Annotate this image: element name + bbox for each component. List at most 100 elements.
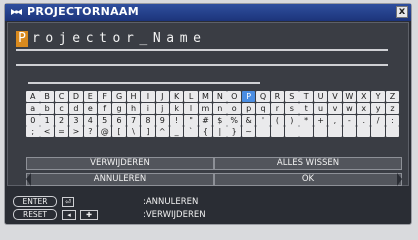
keyboard-key[interactable]: P xyxy=(241,91,256,102)
ok-button[interactable]: OK xyxy=(214,173,402,186)
keyboard-key[interactable]: % xyxy=(227,114,241,126)
keyboard-key[interactable]: = xyxy=(54,126,69,138)
keyboard-key[interactable]: < xyxy=(40,126,54,138)
keyboard-key[interactable]: v xyxy=(328,102,342,114)
keyboard-key[interactable] xyxy=(371,126,385,138)
keyboard-key[interactable]: ~ xyxy=(241,126,256,138)
keyboard-key[interactable]: t xyxy=(299,102,313,114)
keyboard-key[interactable]: @ xyxy=(97,126,112,138)
keyboard-key[interactable]: Z xyxy=(385,91,400,102)
keyboard-key[interactable]: 0 xyxy=(26,114,40,126)
keyboard-key[interactable] xyxy=(299,126,313,138)
keyboard-key[interactable]: 6 xyxy=(112,114,126,126)
keyboard-key[interactable]: l xyxy=(184,102,198,114)
keyboard-key[interactable]: o xyxy=(227,102,241,114)
keyboard-key[interactable]: a xyxy=(26,102,40,114)
close-button[interactable]: x xyxy=(396,6,408,18)
keyboard-key[interactable]: ! xyxy=(169,114,184,126)
keyboard-key[interactable]: [ xyxy=(112,126,126,138)
keyboard-key[interactable]: \ xyxy=(126,126,141,138)
keyboard-key[interactable]: 9 xyxy=(155,114,170,126)
keyboard-key[interactable]: n xyxy=(213,102,227,114)
keyboard-key[interactable]: V xyxy=(328,91,342,102)
clear-all-button[interactable]: ALLES WISSEN xyxy=(214,157,402,170)
keyboard-key[interactable]: q xyxy=(256,102,270,114)
keyboard-key[interactable]: $ xyxy=(213,114,227,126)
keyboard-key[interactable]: 3 xyxy=(69,114,83,126)
keyboard-key[interactable]: _ xyxy=(169,126,184,138)
keyboard-key[interactable]: G xyxy=(112,91,126,102)
keyboard-key[interactable]: Y xyxy=(371,91,385,102)
keyboard-key[interactable]: ' xyxy=(256,114,270,126)
keyboard-key[interactable]: D xyxy=(69,91,83,102)
keyboard-key[interactable]: k xyxy=(169,102,184,114)
keyboard-key[interactable]: { xyxy=(198,126,213,138)
keyboard-key[interactable]: | xyxy=(213,126,227,138)
keyboard-key[interactable]: 7 xyxy=(126,114,141,126)
keyboard-key[interactable] xyxy=(285,126,299,138)
keyboard-key[interactable]: " xyxy=(184,114,198,126)
keyboard-key[interactable]: f xyxy=(97,102,112,114)
keyboard-key[interactable]: w xyxy=(342,102,357,114)
keyboard-key[interactable]: s xyxy=(285,102,299,114)
keyboard-key[interactable]: L xyxy=(184,91,198,102)
keyboard-key[interactable]: p xyxy=(241,102,256,114)
keyboard-key[interactable]: ] xyxy=(141,126,155,138)
keyboard-key[interactable]: B xyxy=(40,91,54,102)
keyboard-key[interactable]: J xyxy=(155,91,170,102)
keyboard-key[interactable]: A xyxy=(26,91,40,102)
keyboard-key[interactable]: d xyxy=(69,102,83,114)
keyboard-key[interactable] xyxy=(385,126,400,138)
keyboard-key[interactable]: K xyxy=(169,91,184,102)
keyboard-key[interactable]: c xyxy=(54,102,69,114)
keyboard-key[interactable]: * xyxy=(299,114,313,126)
keyboard-key[interactable]: # xyxy=(198,114,213,126)
keyboard-key[interactable]: x xyxy=(356,102,371,114)
keyboard-key[interactable]: 4 xyxy=(83,114,98,126)
keyboard-key[interactable]: U xyxy=(313,91,328,102)
keyboard-key[interactable]: ; xyxy=(26,126,40,138)
keyboard-key[interactable]: Q xyxy=(256,91,270,102)
keyboard-key[interactable]: H xyxy=(126,91,141,102)
keyboard-key[interactable]: j xyxy=(155,102,170,114)
keyboard-key[interactable]: ( xyxy=(270,114,285,126)
keyboard-key[interactable]: F xyxy=(97,91,112,102)
keyboard-key[interactable]: M xyxy=(198,91,213,102)
keyboard-key[interactable]: r xyxy=(270,102,285,114)
keyboard-key[interactable]: - xyxy=(342,114,357,126)
keyboard-key[interactable]: ? xyxy=(83,126,98,138)
cancel-button[interactable]: ANNULEREN xyxy=(26,173,214,186)
keyboard-key[interactable]: 5 xyxy=(97,114,112,126)
keyboard-key[interactable]: E xyxy=(83,91,98,102)
keyboard-key[interactable]: N xyxy=(213,91,227,102)
keyboard-key[interactable]: g xyxy=(112,102,126,114)
keyboard-key[interactable]: I xyxy=(141,91,155,102)
keyboard-key[interactable]: R xyxy=(270,91,285,102)
keyboard-key[interactable]: + xyxy=(313,114,328,126)
keyboard-key[interactable]: > xyxy=(69,126,83,138)
keyboard-key[interactable]: ) xyxy=(285,114,299,126)
keyboard-key[interactable]: z xyxy=(385,102,400,114)
keyboard-key[interactable]: i xyxy=(141,102,155,114)
keyboard-key[interactable]: h xyxy=(126,102,141,114)
keyboard-key[interactable]: 8 xyxy=(141,114,155,126)
keyboard-key[interactable]: y xyxy=(371,102,385,114)
keyboard-key[interactable] xyxy=(256,126,270,138)
keyboard-key[interactable]: X xyxy=(356,91,371,102)
keyboard-key[interactable] xyxy=(328,126,342,138)
keyboard-key[interactable]: 2 xyxy=(54,114,69,126)
keyboard-key[interactable]: S xyxy=(285,91,299,102)
keyboard-key[interactable]: m xyxy=(198,102,213,114)
keyboard-key[interactable]: e xyxy=(83,102,98,114)
keyboard-key[interactable] xyxy=(313,126,328,138)
keyboard-key[interactable] xyxy=(270,126,285,138)
keyboard-key[interactable]: ^ xyxy=(155,126,170,138)
keyboard-key[interactable]: C xyxy=(54,91,69,102)
keyboard-key[interactable]: ` xyxy=(184,126,198,138)
keyboard-key[interactable]: : xyxy=(385,114,400,126)
name-input-field[interactable]: P rojector_Name xyxy=(16,31,376,49)
keyboard-key[interactable]: T xyxy=(299,91,313,102)
keyboard-key[interactable]: b xyxy=(40,102,54,114)
keyboard-key[interactable]: , xyxy=(328,114,342,126)
keyboard-key[interactable]: O xyxy=(227,91,241,102)
